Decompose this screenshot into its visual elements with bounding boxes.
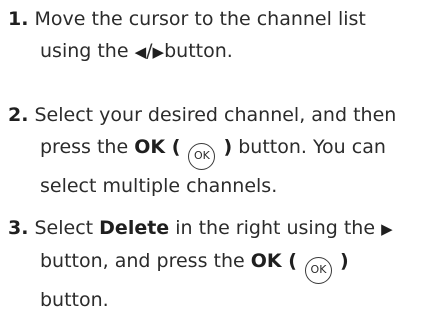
step-1: 1. Move the cursor to the channel list u… <box>8 3 438 68</box>
step-text: button. <box>40 289 109 311</box>
step-text: Select <box>34 217 100 239</box>
ok-label-close: ) <box>223 136 233 158</box>
step-text: Select your desired channel, and then <box>34 104 397 126</box>
delete-label: Delete <box>99 217 170 239</box>
step-3-line-3: button. <box>8 284 438 316</box>
step-text: button. <box>164 40 233 62</box>
step-number: 3. <box>8 217 29 239</box>
step-text: select multiple channels. <box>40 175 278 197</box>
left-arrow-icon: ◀ <box>134 43 147 61</box>
step-text: in the right using the <box>169 217 382 239</box>
step-2: 2. Select your desired channel, and then… <box>8 99 438 202</box>
step-2-line-1: 2. Select your desired channel, and then <box>8 99 438 131</box>
step-text: Move the cursor to the channel list <box>34 8 366 30</box>
step-2-line-3: select multiple channels. <box>8 170 438 202</box>
step-3: 3. Select Delete in the right using the … <box>8 212 438 316</box>
step-text: using the <box>40 40 135 62</box>
step-text: button, and press the <box>40 250 251 272</box>
step-number: 1. <box>8 8 29 30</box>
step-text: button. You can <box>232 136 386 158</box>
right-arrow-icon: ▶ <box>381 220 393 238</box>
instruction-steps: 1. Move the cursor to the channel list u… <box>0 0 443 318</box>
step-text: press the <box>40 136 135 158</box>
ok-button-icon: OK <box>304 257 332 284</box>
step-1-line-1: 1. Move the cursor to the channel list <box>8 3 438 35</box>
step-3-line-2: button, and press the OK ( OK ) <box>8 245 438 284</box>
ok-label: OK ( <box>250 250 297 272</box>
step-2-line-2: press the OK ( OK ) button. You can <box>8 131 438 170</box>
step-3-line-1: 3. Select Delete in the right using the … <box>8 212 438 245</box>
ok-button-icon: OK <box>188 143 216 170</box>
ok-label: OK ( <box>134 136 181 158</box>
ok-label-close: ) <box>340 250 349 272</box>
step-number: 2. <box>8 104 29 126</box>
step-1-line-2: using the ◀/▶button. <box>8 35 438 68</box>
right-arrow-icon: ▶ <box>152 43 165 61</box>
